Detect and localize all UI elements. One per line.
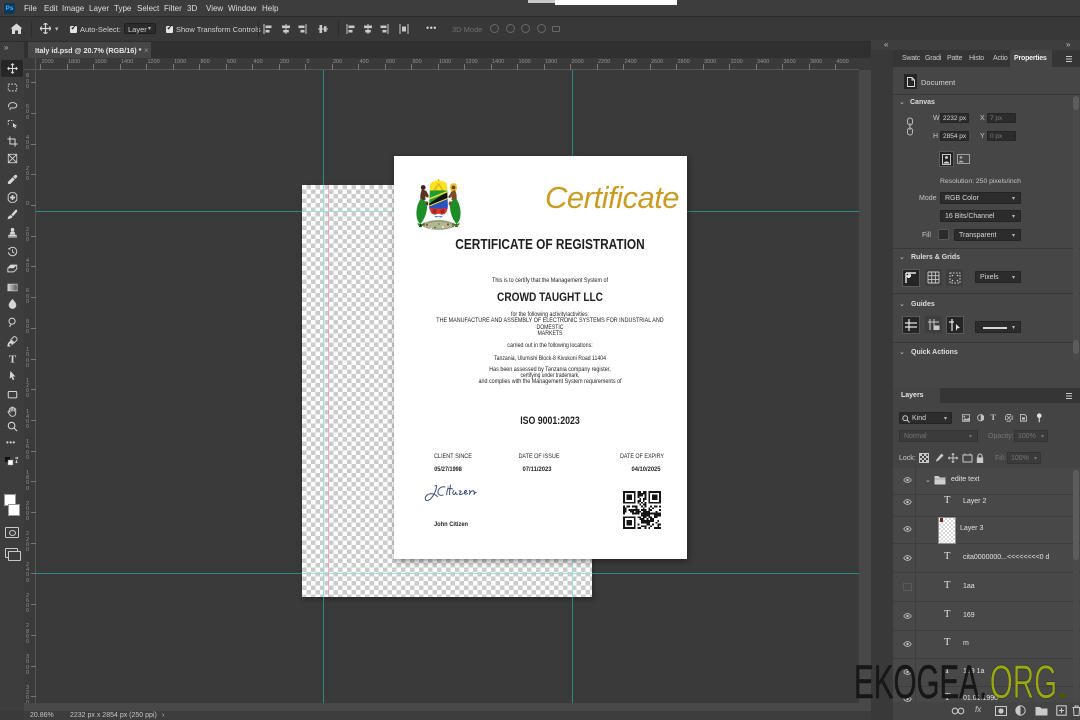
svg-text:T: T xyxy=(8,353,16,363)
